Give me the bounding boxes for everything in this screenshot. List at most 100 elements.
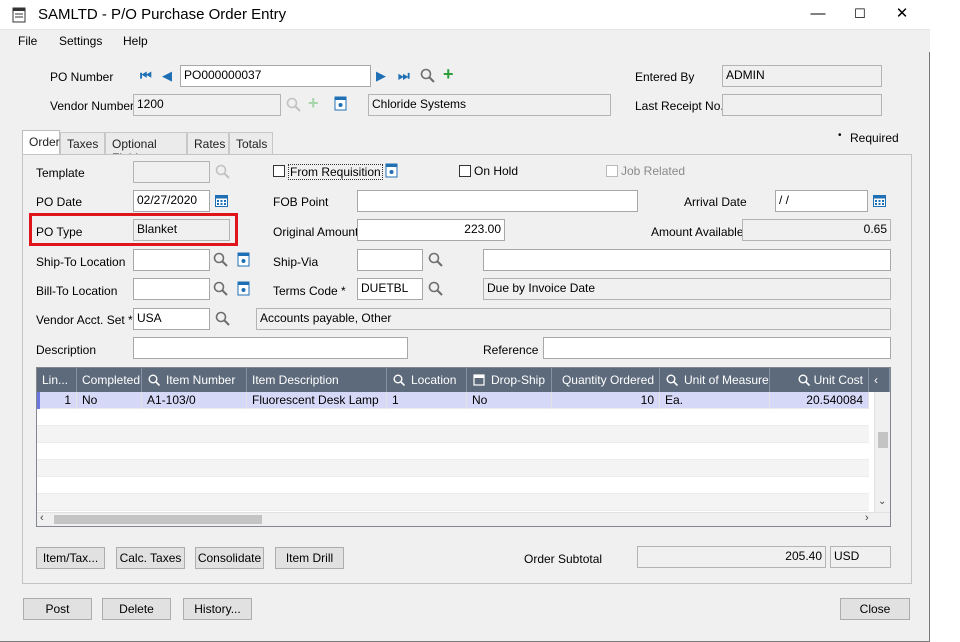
po-date-input[interactable]: 02/27/2020	[133, 190, 210, 212]
requisition-zoom-icon[interactable]	[385, 163, 398, 178]
close-window-button[interactable]: ✕	[882, 2, 922, 26]
empty-row[interactable]	[37, 409, 869, 426]
item-drill-button[interactable]: Item Drill	[275, 547, 344, 569]
ship-to-search-icon[interactable]	[213, 252, 228, 267]
cell-location[interactable]: 1	[387, 392, 467, 409]
from-requisition-label: From Requisition	[288, 164, 383, 180]
col-header-unit-cost[interactable]: Unit Cost	[770, 368, 869, 392]
po-number-input[interactable]: PO000000037	[180, 65, 371, 87]
col-header-location[interactable]: Location	[387, 368, 467, 392]
last-record-icon[interactable]: ⏭	[398, 69, 410, 83]
search-icon[interactable]	[420, 68, 435, 83]
bill-to-zoom-icon[interactable]	[237, 281, 250, 296]
vendor-search-icon[interactable]	[286, 97, 301, 112]
tab-totals[interactable]: Totals	[229, 132, 273, 154]
first-record-icon[interactable]: ⏮	[140, 69, 152, 83]
terms-code-search-icon[interactable]	[428, 281, 443, 296]
detail-lines-grid[interactable]: Lin... Completed Item Number Item Descri…	[36, 367, 891, 527]
scroll-right-icon[interactable]: ›	[865, 512, 869, 524]
arrival-date-calendar-icon[interactable]	[873, 194, 886, 207]
cell-drop-ship[interactable]: No	[467, 392, 552, 409]
ship-via-input[interactable]	[357, 249, 423, 271]
post-button[interactable]: Post	[23, 598, 92, 620]
template-input[interactable]	[133, 161, 210, 183]
terms-description-field: Due by Invoice Date	[483, 278, 891, 300]
vendor-acct-set-input[interactable]: USA	[133, 308, 210, 330]
close-button[interactable]: Close	[840, 598, 910, 620]
item-tax-button[interactable]: Item/Tax...	[36, 547, 105, 569]
cell-item-description[interactable]: Fluorescent Desk Lamp	[247, 392, 387, 409]
last-receipt-field	[722, 94, 882, 116]
cell-unit-cost[interactable]: 20.540084	[770, 392, 869, 409]
minimize-button[interactable]: —	[798, 2, 838, 26]
consolidate-button[interactable]: Consolidate	[195, 547, 264, 569]
table-row[interactable]: 1 No A1-103/0 Fluorescent Desk Lamp 1 No…	[37, 392, 869, 409]
po-date-calendar-icon[interactable]	[215, 194, 228, 207]
bill-to-search-icon[interactable]	[213, 281, 228, 296]
arrival-date-input[interactable]: / /	[775, 190, 868, 212]
cell-item-number[interactable]: A1-103/0	[142, 392, 247, 409]
calc-taxes-button[interactable]: Calc. Taxes	[116, 547, 185, 569]
bill-to-input[interactable]	[133, 278, 210, 300]
last-receipt-label: Last Receipt No.	[635, 99, 724, 113]
new-record-icon[interactable]: +	[443, 65, 454, 83]
maximize-button[interactable]: ☐	[840, 2, 880, 26]
history-button[interactable]: History...	[183, 598, 252, 620]
job-related-label: Job Related	[621, 164, 686, 178]
col-header-unit-cost-label: Unit Cost	[813, 373, 863, 387]
menu-help[interactable]: Help	[123, 34, 148, 48]
ship-to-zoom-icon[interactable]	[237, 252, 250, 267]
menu-settings[interactable]: Settings	[59, 34, 102, 48]
from-requisition-checkbox[interactable]	[273, 165, 285, 177]
cell-quantity-ordered[interactable]: 10	[552, 392, 660, 409]
tab-optional-fields[interactable]: Optional Fields	[105, 132, 187, 165]
currency-field: USD	[830, 546, 891, 568]
vendor-add-icon[interactable]: +	[308, 94, 319, 112]
vendor-zoom-icon[interactable]	[334, 96, 347, 111]
amount-available-label: Amount Available	[651, 225, 744, 239]
empty-row[interactable]	[37, 460, 869, 477]
template-search-icon[interactable]	[215, 164, 230, 179]
col-header-unit-of-measure[interactable]: Unit of Measure	[660, 368, 770, 392]
po-number-label: PO Number	[50, 70, 114, 84]
col-header-item-description[interactable]: Item Description	[247, 368, 387, 392]
previous-record-icon[interactable]: ◀	[162, 69, 172, 83]
grid-horizontal-scrollbar[interactable]: ‹ ›	[37, 512, 890, 526]
scroll-down-icon[interactable]: ⌄	[878, 496, 886, 507]
vertical-scroll-thumb[interactable]	[878, 432, 888, 448]
col-header-drop-ship[interactable]: Drop-Ship	[467, 368, 552, 392]
tab-order[interactable]: Order	[22, 130, 60, 154]
reference-input[interactable]	[543, 337, 891, 359]
empty-row[interactable]	[37, 426, 869, 443]
scroll-left-icon[interactable]: ‹	[40, 512, 44, 524]
delete-button[interactable]: Delete	[102, 598, 171, 620]
document-icon	[12, 7, 26, 23]
ship-via-description-input[interactable]	[483, 249, 891, 271]
on-hold-checkbox[interactable]	[459, 165, 471, 177]
next-record-icon[interactable]: ▶	[376, 69, 386, 83]
empty-row[interactable]	[37, 494, 869, 511]
description-input[interactable]	[133, 337, 408, 359]
cell-unit-of-measure[interactable]: Ea.	[660, 392, 770, 409]
cell-line[interactable]: 1	[37, 392, 77, 409]
ship-via-search-icon[interactable]	[428, 252, 443, 267]
terms-code-input[interactable]: DUETBL	[357, 278, 423, 300]
tab-taxes[interactable]: Taxes	[60, 132, 105, 154]
col-header-item-number[interactable]: Item Number	[142, 368, 247, 392]
horizontal-scroll-thumb[interactable]	[54, 515, 262, 524]
menu-file[interactable]: File	[18, 34, 37, 48]
vendor-number-input[interactable]: 1200	[133, 94, 281, 116]
col-header-quantity-ordered[interactable]: Quantity Ordered	[552, 368, 660, 392]
ship-to-input[interactable]	[133, 249, 210, 271]
original-amount-input[interactable]: 223.00	[357, 219, 505, 241]
tab-rates[interactable]: Rates	[187, 132, 229, 154]
vendor-acct-set-search-icon[interactable]	[215, 311, 230, 326]
empty-row[interactable]	[37, 443, 869, 460]
empty-row[interactable]	[37, 477, 869, 494]
col-header-item-number-label: Item Number	[166, 373, 236, 387]
col-header-line[interactable]: Lin...	[37, 368, 77, 392]
cell-completed[interactable]: No	[77, 392, 142, 409]
col-header-completed[interactable]: Completed	[77, 368, 142, 392]
grid-vertical-scrollbar[interactable]: ⌄	[874, 392, 890, 514]
fob-point-input[interactable]	[357, 190, 638, 212]
